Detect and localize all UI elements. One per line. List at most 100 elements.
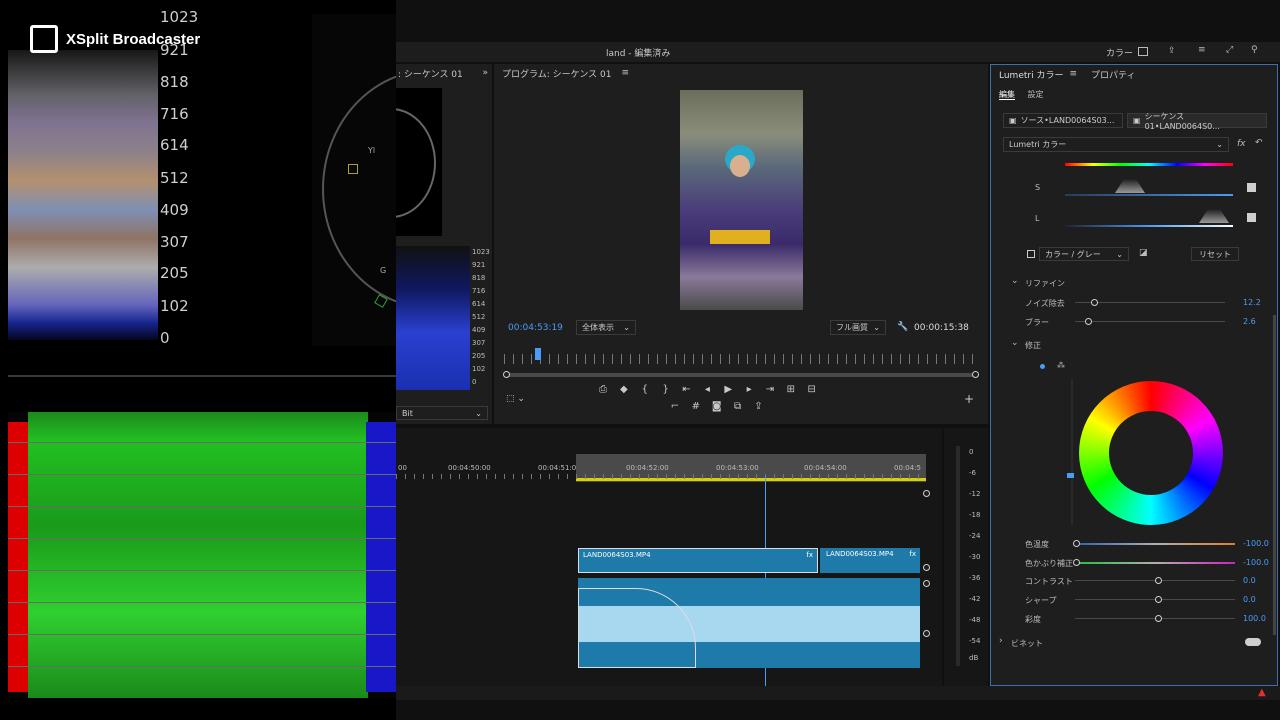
view-settings-icon[interactable]: ⬚ ⌄ — [506, 394, 525, 404]
video-clip-2[interactable]: LAND0064S03.MP4 fx — [820, 548, 920, 573]
sequence-clip-tab[interactable]: ▣ シーケンス 01•LAND0064S0... — [1127, 112, 1267, 131]
search-icon[interactable]: ⚲ — [1251, 45, 1258, 55]
track-handle[interactable] — [923, 564, 930, 571]
wrench-icon[interactable]: 🔧 — [897, 322, 908, 332]
chevron-down-icon[interactable]: ⌄ — [1011, 338, 1019, 348]
safe-margins-icon[interactable]: ⌐ — [666, 401, 684, 412]
tab-properties[interactable]: プロパティ — [1091, 68, 1135, 81]
blur-value[interactable]: 2.6 — [1243, 317, 1256, 326]
play-icon[interactable]: ▶ — [719, 384, 737, 395]
l-range-handle[interactable] — [1199, 209, 1229, 223]
luma-handle[interactable] — [1067, 473, 1074, 478]
contrast-value[interactable]: 0.0 — [1243, 576, 1256, 585]
contrast-knob[interactable] — [1155, 577, 1162, 584]
luma-slider[interactable] — [1071, 379, 1073, 525]
vignette-toggle[interactable] — [1245, 638, 1261, 646]
l-slider[interactable] — [1065, 225, 1233, 227]
l-checkbox[interactable] — [1247, 213, 1256, 222]
program-title[interactable]: プログラム: シーケンス 01 — [502, 67, 612, 80]
hue-strip[interactable] — [1065, 163, 1233, 166]
menu-icon[interactable]: ≡ — [622, 68, 630, 78]
fx-toggle[interactable]: fx — [1237, 139, 1246, 149]
add-button-icon[interactable]: + — [964, 392, 974, 406]
sharp-knob[interactable] — [1155, 596, 1162, 603]
step-back-icon[interactable]: ◂ — [698, 384, 716, 395]
blur-slider[interactable] — [1075, 321, 1225, 322]
correction-heading[interactable]: 修正 — [1025, 340, 1041, 351]
compare-icon[interactable]: ⧉ — [729, 401, 747, 412]
playhead-marker[interactable] — [535, 348, 541, 360]
camera-icon[interactable]: ◙ — [708, 401, 726, 412]
go-to-in-icon[interactable]: ⇤ — [678, 384, 696, 395]
temp-value[interactable]: -100.0 — [1243, 539, 1269, 548]
lift-icon[interactable]: ⎙ — [594, 384, 612, 395]
refine-heading[interactable]: リファイン — [1025, 278, 1065, 289]
quality-dropdown[interactable]: フル画質 ⌄ — [830, 320, 886, 335]
tint-value[interactable]: -100.0 — [1243, 558, 1269, 567]
effect-dropdown[interactable]: Lumetri カラー ⌄ — [1003, 137, 1229, 152]
vignette-heading[interactable]: ビネット — [1011, 638, 1043, 649]
s-slider[interactable] — [1065, 194, 1233, 196]
effect-label: Lumetri カラー — [1009, 140, 1067, 149]
color-gray-dropdown[interactable]: カラー / グレー ⌄ — [1039, 247, 1129, 261]
tick: 409 — [472, 326, 486, 334]
tick: 409 — [160, 201, 189, 219]
source-tab[interactable]: : シーケンス 01 — [398, 67, 463, 80]
reset-icon[interactable]: ↶ — [1255, 138, 1263, 148]
tint-knob[interactable] — [1073, 559, 1080, 566]
wheel-mode-dot-icon[interactable] — [1040, 364, 1045, 369]
bit-depth-dropdown[interactable]: Bit ⌄ — [396, 406, 488, 420]
video-clip-1[interactable]: LAND0064S03.MP4 fx — [578, 548, 818, 573]
source-clip-tab[interactable]: ▣ ソース•LAND0064S03... — [1003, 113, 1123, 128]
step-forward-icon[interactable]: ▸ — [740, 384, 758, 395]
chevron-right-icon[interactable]: › — [999, 636, 1003, 646]
zoom-dropdown[interactable]: 全体表示 ⌄ — [576, 320, 636, 335]
rgb-parade — [8, 412, 396, 698]
tab-settings[interactable]: 設定 — [1028, 90, 1044, 99]
track-handle[interactable] — [923, 580, 930, 587]
insert-icon[interactable]: ⊞ — [782, 384, 800, 395]
blur-knob[interactable] — [1085, 318, 1092, 325]
show-mask-checkbox[interactable] — [1027, 250, 1035, 258]
noise-value[interactable]: 12.2 — [1243, 298, 1261, 307]
go-to-out-icon[interactable]: ⇥ — [761, 384, 779, 395]
mark-in-icon[interactable]: { — [636, 384, 654, 395]
overwrite-icon[interactable]: ⊟ — [803, 384, 821, 395]
sharp-value[interactable]: 0.0 — [1243, 595, 1256, 604]
tab-edit[interactable]: 編集 — [999, 90, 1015, 100]
grid-icon[interactable]: # — [687, 401, 705, 412]
three-wheel-icon[interactable]: ⁂ — [1057, 361, 1065, 370]
tab-lumetri[interactable]: Lumetri カラー — [999, 68, 1063, 81]
zoom-scrollbar[interactable] — [506, 373, 976, 377]
scroll-end-handle[interactable] — [972, 371, 979, 378]
menu-icon[interactable]: ≡ — [1069, 69, 1077, 79]
audio-clip[interactable] — [578, 578, 920, 668]
export-frame-icon[interactable]: ⇪ — [750, 401, 768, 412]
tint-slider[interactable] — [1075, 562, 1235, 564]
settings-icon[interactable]: ≡ — [1198, 45, 1206, 55]
noise-knob[interactable] — [1091, 299, 1098, 306]
warning-icon[interactable]: ▲ — [1258, 687, 1266, 698]
track-handle[interactable] — [923, 490, 930, 497]
mark-out-icon[interactable]: } — [657, 384, 675, 395]
share-icon[interactable]: ⇪ — [1168, 46, 1176, 56]
track-handle[interactable] — [923, 630, 930, 637]
current-timecode[interactable]: 00:04:53:19 — [508, 323, 563, 333]
panel-icon[interactable] — [1138, 47, 1148, 56]
workspace-label[interactable]: カラー — [1106, 46, 1133, 59]
s-range-handle[interactable] — [1115, 179, 1145, 193]
reset-button[interactable]: リセット — [1191, 247, 1239, 261]
invert-icon[interactable]: ◪ — [1139, 248, 1148, 258]
temp-knob[interactable] — [1073, 540, 1080, 547]
panel-scrollbar[interactable] — [1273, 315, 1276, 635]
temp-slider[interactable] — [1075, 543, 1235, 545]
s-checkbox[interactable] — [1247, 183, 1256, 192]
sat-value[interactable]: 100.0 — [1243, 614, 1266, 623]
expand-icon[interactable]: » — [482, 68, 488, 78]
color-wheel[interactable] — [1079, 381, 1223, 525]
scroll-start-handle[interactable] — [503, 371, 510, 378]
sat-knob[interactable] — [1155, 615, 1162, 622]
chevron-down-icon[interactable]: ⌄ — [1011, 276, 1019, 286]
zoom-icon[interactable]: ⤢ — [1226, 45, 1233, 55]
marker-icon[interactable]: ◆ — [615, 384, 633, 395]
